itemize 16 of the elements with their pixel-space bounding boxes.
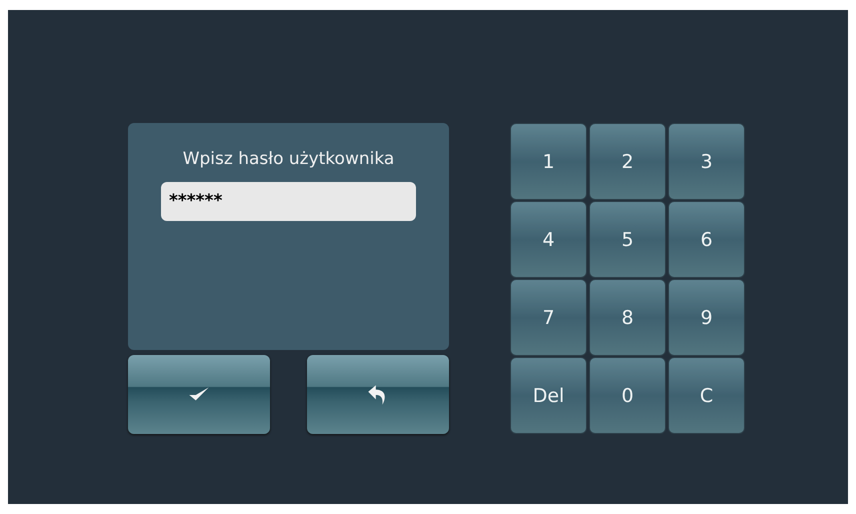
keypad-key[interactable]: 5 [589,201,666,278]
keypad-key[interactable]: 4 [510,201,587,278]
keypad-key[interactable]: 8 [589,279,666,356]
keypad-key[interactable]: 7 [510,279,587,356]
keypad-key[interactable]: 3 [668,123,745,200]
keypad-key[interactable]: 1 [510,123,587,200]
keypad-key[interactable]: 0 [589,357,666,434]
keypad-key[interactable]: C [668,357,745,434]
back-button[interactable] [307,355,449,434]
password-field[interactable]: ****** [161,182,416,221]
confirm-button[interactable] [128,355,270,434]
prompt-label: Wpisz hasło użytkownika [182,149,394,169]
keypad-key[interactable]: 9 [668,279,745,356]
keypad-key[interactable]: Del [510,357,587,434]
keypad-key[interactable]: 2 [589,123,666,200]
keypad-key[interactable]: 6 [668,201,745,278]
